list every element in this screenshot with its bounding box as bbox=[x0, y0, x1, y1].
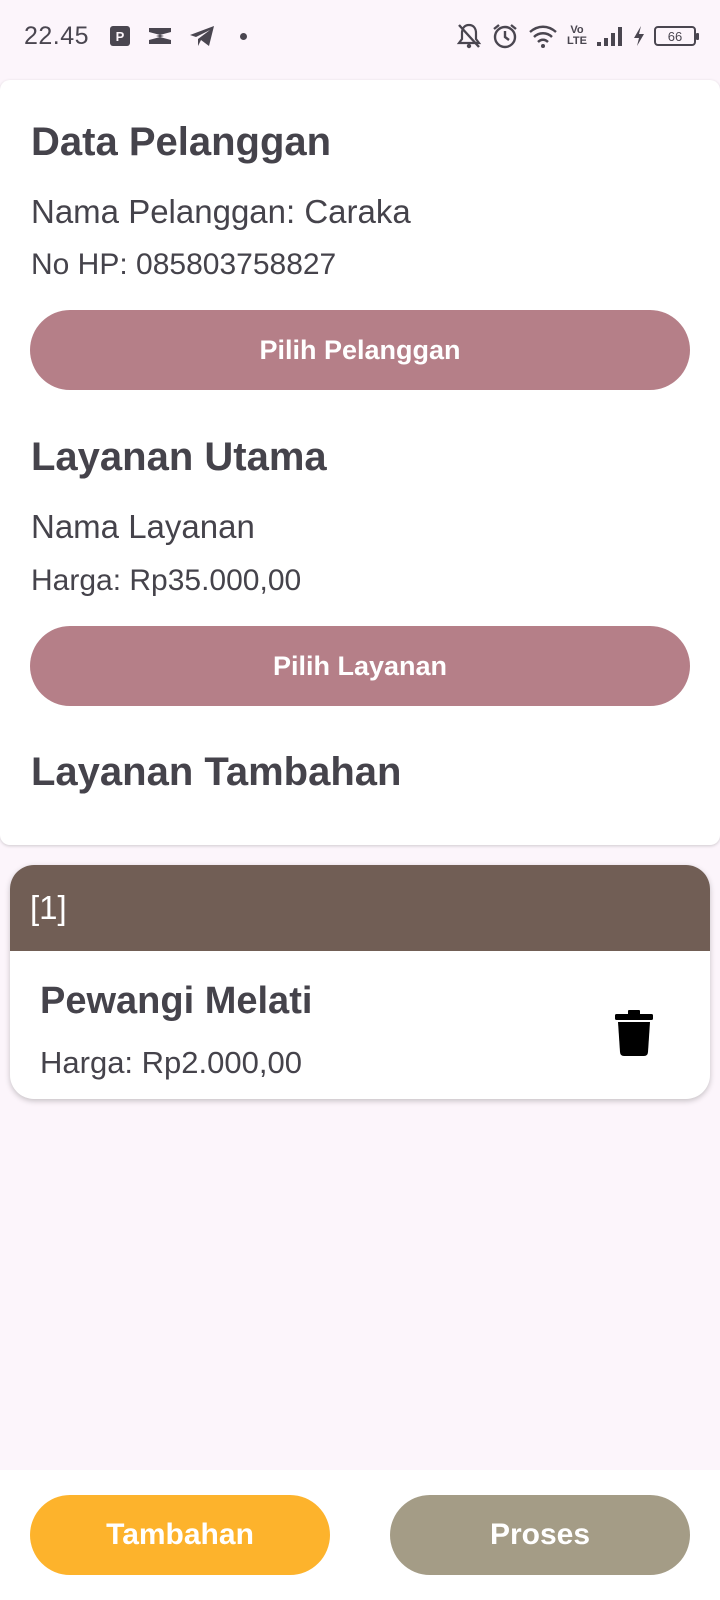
volte-icon: Vo LTE bbox=[567, 25, 587, 47]
parking-app-icon: P bbox=[108, 24, 132, 48]
charging-icon bbox=[633, 25, 645, 47]
do-not-disturb-icon bbox=[456, 22, 482, 50]
add-extra-button[interactable]: Tambahan bbox=[30, 1495, 330, 1575]
alarm-icon bbox=[491, 22, 519, 50]
item-index: [1] bbox=[30, 889, 67, 926]
order-form-card: Data Pelanggan Nama Pelanggan: Caraka No… bbox=[0, 80, 720, 845]
status-time: 22.45 bbox=[24, 22, 90, 50]
customer-section-title: Data Pelanggan bbox=[31, 120, 332, 164]
telegram-icon bbox=[188, 24, 216, 48]
bottom-action-bar: Tambahan Proses bbox=[0, 1470, 720, 1600]
delete-item-button[interactable] bbox=[604, 1003, 664, 1063]
main-service-price: Harga: Rp35.000,00 bbox=[31, 564, 302, 597]
wifi-icon bbox=[528, 23, 558, 49]
status-bar: 22.45 P Vo LTE 66 bbox=[0, 0, 720, 76]
status-icons-right: Vo LTE 66 bbox=[456, 20, 699, 52]
capcut-icon bbox=[146, 24, 174, 48]
item-header: [1] bbox=[10, 865, 710, 951]
lte-label: LTE bbox=[567, 35, 587, 47]
notification-dot bbox=[240, 32, 247, 40]
customer-phone: No HP: 085803758827 bbox=[31, 248, 337, 281]
process-button[interactable]: Proses bbox=[390, 1495, 690, 1575]
customer-name: Nama Pelanggan: Caraka bbox=[31, 193, 411, 230]
status-icons-left: P bbox=[108, 22, 247, 50]
trash-icon bbox=[615, 1010, 653, 1056]
item-price: Harga: Rp2.000,00 bbox=[40, 1045, 302, 1080]
item-name: Pewangi Melati bbox=[40, 980, 313, 1022]
main-service-section-title: Layanan Utama bbox=[31, 435, 327, 479]
battery-level: 66 bbox=[667, 28, 683, 44]
select-customer-button[interactable]: Pilih Pelanggan bbox=[30, 310, 690, 390]
select-service-button[interactable]: Pilih Layanan bbox=[30, 626, 690, 706]
extra-services-section-title: Layanan Tambahan bbox=[31, 750, 402, 794]
signal-icon bbox=[596, 24, 624, 48]
main-service-name: Nama Layanan bbox=[31, 508, 255, 545]
battery-icon: 66 bbox=[654, 26, 699, 46]
svg-text:P: P bbox=[116, 29, 125, 44]
extra-service-item: [1] Pewangi Melati Harga: Rp2.000,00 bbox=[10, 865, 710, 1099]
